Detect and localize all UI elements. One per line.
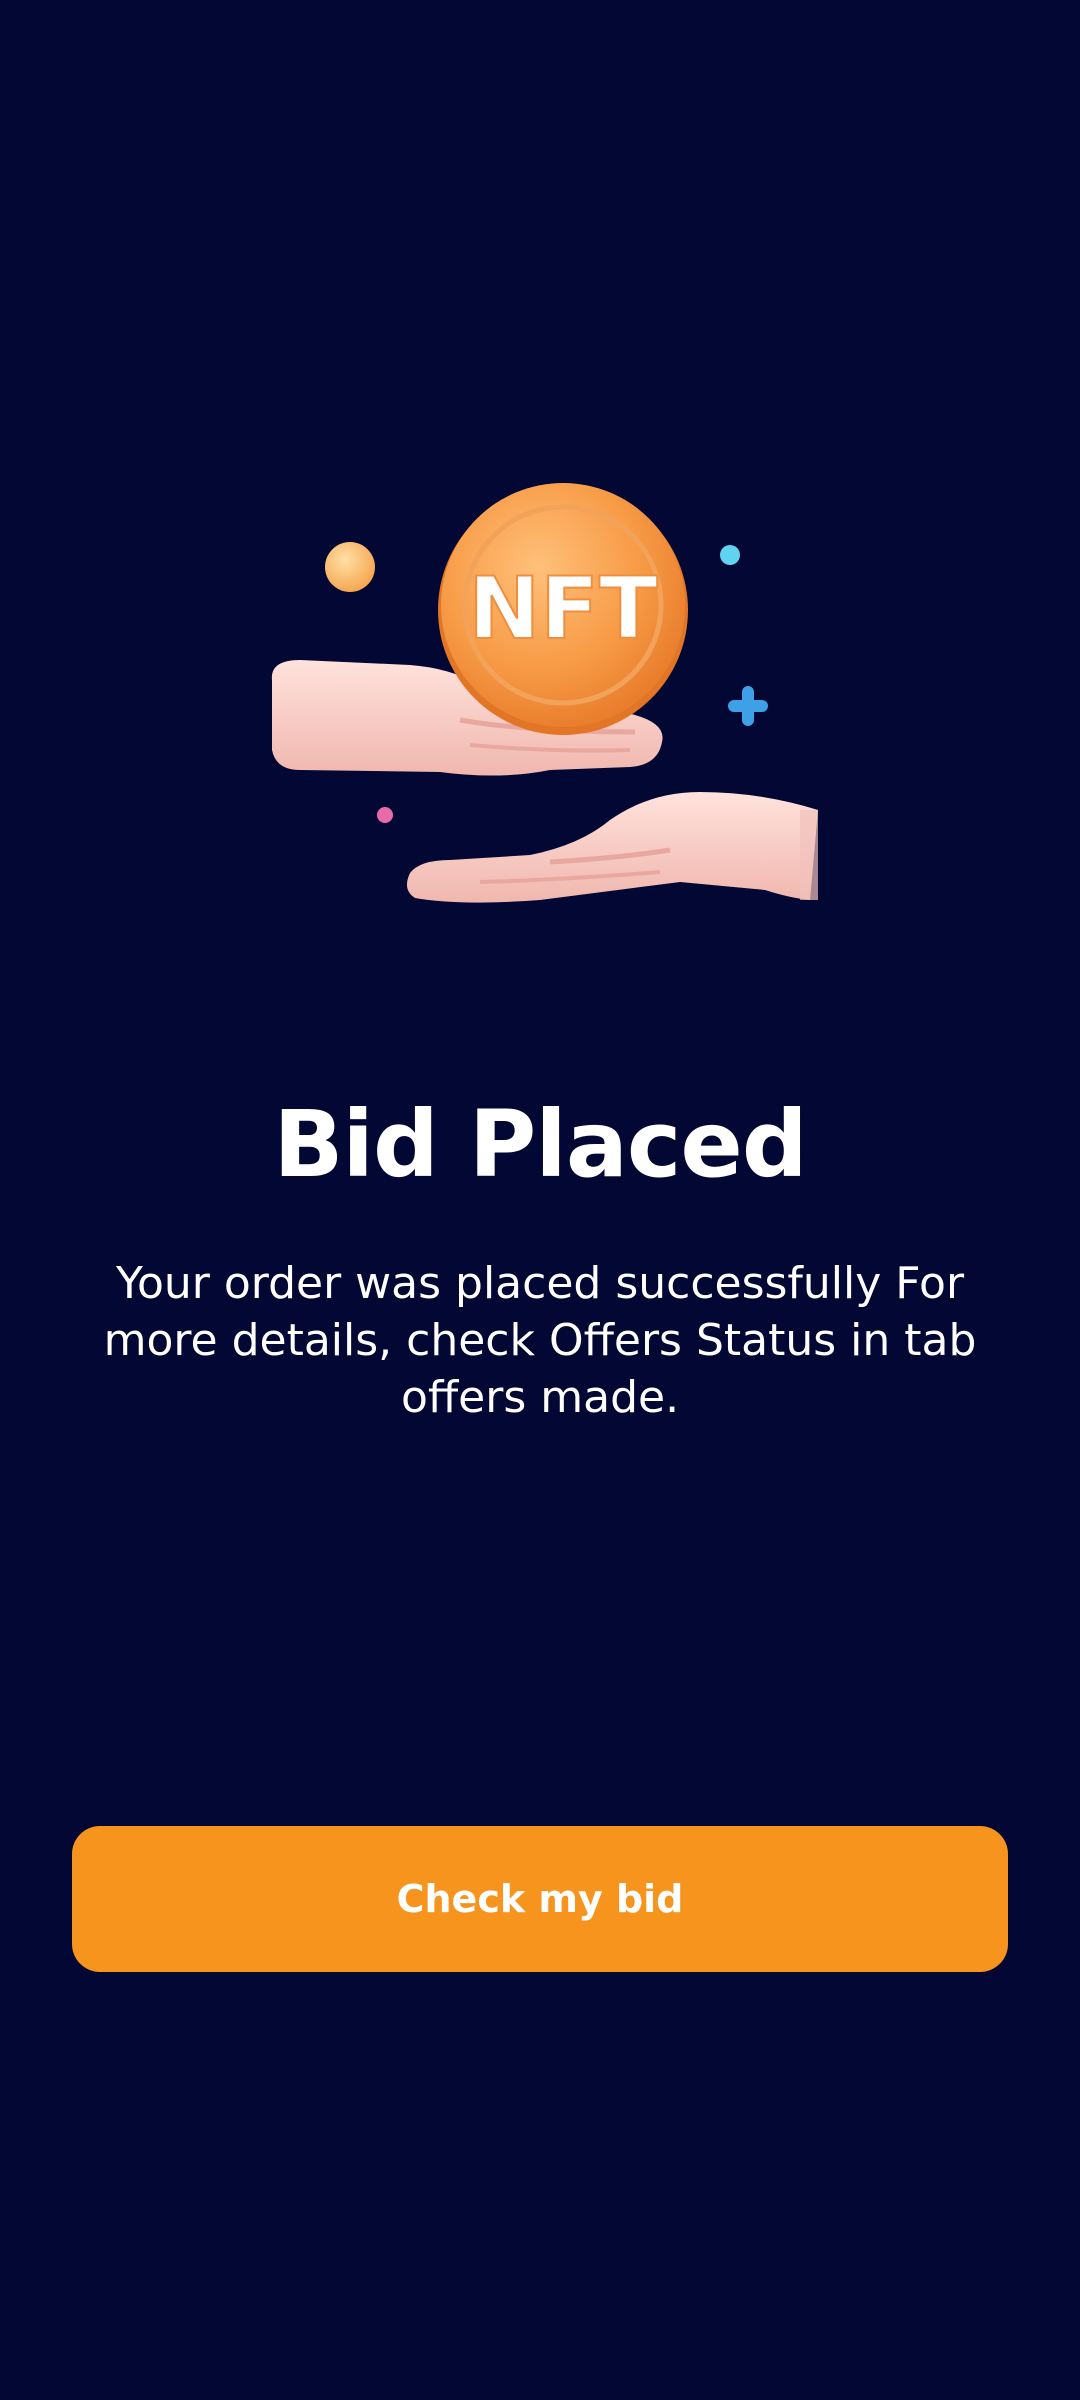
bid-placed-screen: NFT Bid Placed Your order was placed suc… xyxy=(0,0,1080,2400)
orb-orange-icon xyxy=(325,542,375,592)
check-my-bid-button[interactable]: Check my bid xyxy=(72,1826,1008,1972)
bottom-hand-icon xyxy=(406,792,818,903)
nft-coin-hands-icon: NFT xyxy=(230,470,850,930)
nft-coin-icon: NFT xyxy=(438,483,688,735)
check-my-bid-label: Check my bid xyxy=(396,1877,684,1921)
dot-pink-icon xyxy=(377,807,393,823)
nft-coin-label: NFT xyxy=(468,559,658,659)
dot-cyan-icon xyxy=(720,545,740,565)
plus-icon xyxy=(728,686,768,726)
page-title: Bid Placed xyxy=(273,1091,807,1198)
success-message: Your order was placed successfully For m… xyxy=(103,1258,977,1423)
